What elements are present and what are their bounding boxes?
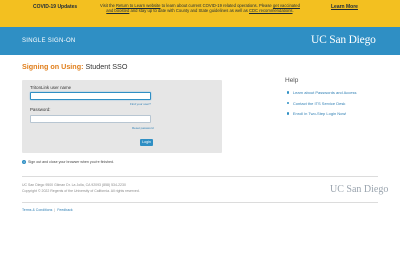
cdc-link[interactable]: CDC recommendations: [249, 8, 293, 13]
bullet-icon: [287, 101, 290, 105]
help-item-passwords[interactable]: Learn about Passwords and Access: [287, 90, 356, 95]
covid-msg-text: .: [292, 8, 294, 14]
signing-heading: Signing on Using: Student SSO: [22, 62, 127, 71]
reset-password-link[interactable]: Reset password: [132, 126, 154, 130]
ucsd-logo: UC San Diego: [311, 34, 376, 46]
help-item-label: Contact the ITS Service Desk: [292, 100, 346, 106]
help-item-service-desk[interactable]: Contact the ITS Service Desk: [287, 101, 356, 106]
help-item-label: Learn about Passwords and Access: [292, 90, 357, 95]
footer-links: Terms & Conditions | Feedback: [22, 208, 73, 212]
signout-note-text: Sign out and close your browser when you…: [28, 160, 114, 164]
site-header: SINGLE SIGN-ON UC San Diego: [0, 27, 400, 55]
learn-more-link[interactable]: Learn More: [331, 4, 358, 10]
signing-app-name: Student SSO: [85, 62, 128, 71]
terms-link[interactable]: Terms & Conditions: [22, 208, 52, 212]
login-form: TritonLink user name Find your user? Pas…: [22, 80, 222, 153]
forgot-username-link[interactable]: Find your user?: [130, 102, 151, 106]
footer-info: UC San Diego 9500 Gilman Dr. La Jolla, C…: [22, 183, 140, 194]
help-title: Help: [285, 77, 299, 84]
covid-banner-message: Visit the Return to Learn website to lea…: [97, 3, 303, 13]
help-item-label: Enroll in Two-Step Login Now!: [292, 111, 347, 116]
footer-copyright: Copyright © 2022 Regents of the Universi…: [22, 188, 140, 193]
footer-ucsd-logo: UC San Diego: [330, 184, 389, 195]
password-input[interactable]: [30, 115, 151, 123]
signout-note: i Sign out and close your browser when y…: [22, 160, 114, 164]
username-input[interactable]: [30, 92, 151, 100]
covid-msg-text: and stay up to date with County and Stat…: [129, 8, 249, 14]
username-label: TritonLink user name: [30, 85, 72, 90]
header-title: SINGLE SIGN-ON: [22, 38, 76, 44]
bullet-icon: [287, 91, 290, 94]
login-button[interactable]: Login: [140, 139, 153, 146]
bullet-icon: [287, 112, 290, 115]
footer-address: UC San Diego 9500 Gilman Dr. La Jolla, C…: [22, 183, 126, 187]
help-list: Learn about Passwords and Access Contact…: [287, 90, 356, 122]
info-icon: i: [22, 160, 26, 164]
covid-banner-title: COVID-19 Updates: [33, 4, 78, 10]
feedback-link[interactable]: Feedback: [57, 208, 72, 212]
footer-divider: [22, 176, 378, 177]
covid-banner: COVID-19 Updates Visit the Return to Lea…: [0, 0, 400, 27]
footer-link-separator: |: [54, 208, 56, 212]
footer-divider: [22, 202, 378, 203]
signing-label: Signing on Using:: [22, 62, 84, 71]
password-label: Password:: [30, 107, 51, 112]
help-item-two-step[interactable]: Enroll in Two-Step Login Now!: [287, 111, 356, 116]
